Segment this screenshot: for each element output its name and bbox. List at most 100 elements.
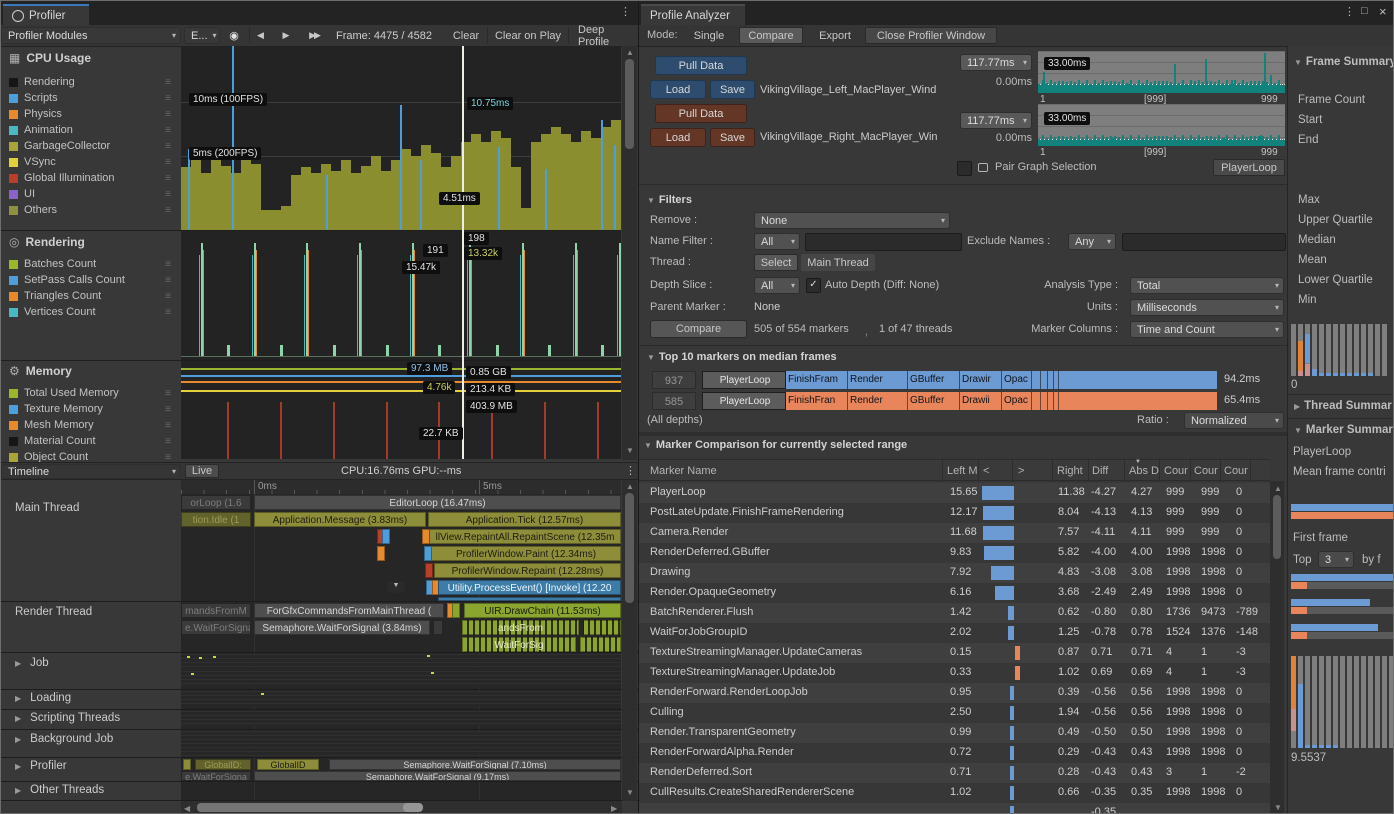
timeline-bar[interactable]: UIR.DrawChain (11.53ms) xyxy=(464,603,621,618)
timeline-bar[interactable]: Utility.ProcessEvent() [Invoke] (12.20 xyxy=(438,580,621,595)
marker-summary-histogram[interactable] xyxy=(1291,656,1394,748)
top10-marker-segment[interactable]: Opac xyxy=(1002,371,1032,389)
drag-handle-icon[interactable]: ≡ xyxy=(155,157,179,168)
scrollbar-thumb[interactable] xyxy=(625,493,634,603)
legend-item[interactable]: UI≡ xyxy=(5,186,179,202)
column-header[interactable]: Abs D xyxy=(1129,465,1159,477)
table-row[interactable]: -0.35 xyxy=(639,803,1270,814)
top10-marker-segment[interactable]: FinishFram xyxy=(786,371,848,389)
foldout-closed-icon[interactable]: ▶ xyxy=(15,659,21,668)
column-separator[interactable] xyxy=(1052,460,1053,482)
depth-slice-dropdown[interactable]: All▾ xyxy=(754,277,800,294)
thread-row-label[interactable]: ▶Background Job xyxy=(15,733,113,745)
thread-row-label[interactable]: Render Thread xyxy=(15,606,92,618)
analysis-type-dropdown[interactable]: Total▾ xyxy=(1130,277,1284,294)
thread-row-label[interactable]: Main Thread xyxy=(15,502,79,514)
column-header[interactable]: Right xyxy=(1057,465,1087,477)
column-header[interactable]: Marker Name xyxy=(650,465,930,477)
top10-row[interactable]: 937PlayerLoopFinishFramRenderGBufferDraw… xyxy=(639,371,1287,389)
save-left-button[interactable]: Save xyxy=(710,80,755,99)
scroll-down-icon[interactable]: ▼ xyxy=(626,788,634,797)
timeline-bar[interactable]: GlobalID xyxy=(257,759,319,770)
legend-item[interactable]: Texture Memory≡ xyxy=(5,401,179,417)
column-separator[interactable] xyxy=(1124,460,1125,482)
column-separator[interactable] xyxy=(1088,460,1089,482)
legend-item[interactable]: Physics≡ xyxy=(5,106,179,122)
frame-summary-header[interactable]: ▼Frame Summary xyxy=(1294,56,1394,68)
legend-item[interactable]: Others≡ xyxy=(5,202,179,218)
table-row[interactable]: RenderForwardAlpha.Render0.720.29-0.430.… xyxy=(639,743,1270,763)
column-header[interactable]: Diff xyxy=(1092,465,1122,477)
mode-single-button[interactable]: Single xyxy=(687,27,731,44)
top10-marker-segment[interactable] xyxy=(1032,371,1041,389)
drag-handle-icon[interactable]: ≡ xyxy=(155,436,179,447)
deep-profile-button[interactable]: Deep Profile xyxy=(572,27,638,44)
last-frame-button[interactable]: ▶▶ xyxy=(301,27,327,44)
legend-item[interactable]: Rendering≡ xyxy=(5,74,179,90)
top10-root-marker[interactable]: PlayerLoop xyxy=(702,371,786,389)
pair-graph-selection-checkbox[interactable] xyxy=(957,161,972,176)
timeline-bar[interactable] xyxy=(438,597,621,601)
drag-handle-icon[interactable]: ≡ xyxy=(155,205,179,216)
timeline-bar[interactable]: Semaphore.WaitForSignal (9.17ms) xyxy=(254,771,621,781)
column-separator[interactable] xyxy=(1250,460,1251,482)
timeline-hscrollbar[interactable]: ◀ ▶ xyxy=(181,801,622,814)
column-separator[interactable] xyxy=(1159,460,1160,482)
timeline-view-dropdown[interactable]: Timeline▾ xyxy=(1,464,181,479)
table-row[interactable]: CullResults.CreateSharedRendererScene1.0… xyxy=(639,783,1270,803)
drag-handle-icon[interactable]: ≡ xyxy=(155,109,179,120)
pull-data-right-button[interactable]: Pull Data xyxy=(655,104,747,123)
table-scrollbar[interactable]: ▲ ▼ xyxy=(1270,481,1284,814)
table-row[interactable]: WaitForJobGroupID2.021.25-0.780.78152413… xyxy=(639,623,1270,643)
marker-comparison-header[interactable]: ▼Marker Comparison for currently selecte… xyxy=(644,439,907,451)
timeline-bar[interactable]: WaitForSig xyxy=(462,637,576,652)
close-profiler-window-button[interactable]: Close Profiler Window xyxy=(865,27,997,44)
clear-on-play-button[interactable]: Clear on Play xyxy=(487,27,569,44)
timeline-bar[interactable] xyxy=(433,620,443,635)
scrollbar-thumb-handle[interactable] xyxy=(403,803,423,812)
column-header[interactable]: Left M xyxy=(947,465,977,477)
drag-handle-icon[interactable]: ≡ xyxy=(155,404,179,415)
timeline-bar[interactable] xyxy=(580,637,621,652)
export-button[interactable]: Export xyxy=(811,27,859,44)
auto-depth-checkbox[interactable]: ✓ xyxy=(806,278,821,293)
clear-button[interactable]: Clear xyxy=(448,27,484,44)
top10-marker-bar[interactable]: PlayerLoopFinishFramRenderGBufferDrawirO… xyxy=(702,371,1217,389)
rendering-module-header[interactable]: ◎ Rendering xyxy=(9,235,85,249)
analyzer-menu-kebab-icon[interactable]: ⋮ xyxy=(1344,5,1355,18)
timeline-kebab-icon[interactable]: ⋮ xyxy=(625,464,636,477)
memory-module-header[interactable]: ⚙ Memory xyxy=(9,364,72,378)
units-dropdown[interactable]: Milliseconds▾ xyxy=(1130,299,1284,316)
close-icon[interactable]: × xyxy=(1379,4,1387,19)
ratio-dropdown[interactable]: Normalized▾ xyxy=(1184,412,1284,429)
rendering-chart[interactable]: 19119813.32k15.47k xyxy=(181,231,621,357)
maximize-icon[interactable]: □ xyxy=(1361,5,1368,17)
column-separator[interactable] xyxy=(1012,460,1013,482)
scroll-left-icon[interactable]: ◀ xyxy=(184,804,190,813)
table-row[interactable]: BatchRenderer.Flush1.420.62-0.800.801736… xyxy=(639,603,1270,623)
timeline-bar[interactable]: llView.RepaintAll.RepaintScene (12.35m xyxy=(429,529,621,544)
timeline-vscrollbar[interactable]: ▲ ▼ xyxy=(622,480,637,801)
timeline-flame-area[interactable]: orLoop (1.6EditorLoop (16.47ms)tion.Idle… xyxy=(181,494,621,801)
collapse-chevron[interactable]: ▼ xyxy=(387,582,405,593)
table-row[interactable]: TextureStreamingManager.UpdateCameras0.1… xyxy=(639,643,1270,663)
legend-item[interactable]: VSync≡ xyxy=(5,154,179,170)
timeline-bar[interactable]: Semaphore.WaitForSignal (7.10ms) xyxy=(329,759,621,770)
legend-item[interactable]: Scripts≡ xyxy=(5,90,179,106)
marker-summary-header[interactable]: ▼Marker Summar xyxy=(1294,424,1393,436)
scrollbar-thumb[interactable] xyxy=(625,59,634,149)
memory-chart[interactable]: 97.3 MB0.85 GB4.76k213.4 KB403.9 MB22.7 … xyxy=(181,361,621,459)
legend-item[interactable]: Animation≡ xyxy=(5,122,179,138)
column-header[interactable]: < xyxy=(983,465,1013,477)
timeline-bar[interactable]: Semaphore.WaitForSignal (3.84ms) xyxy=(254,620,430,635)
top10-row[interactable]: 585PlayerLoopFinishFranRenderGBufferDraw… xyxy=(639,392,1287,410)
top10-marker-segment[interactable] xyxy=(1032,392,1041,410)
exclude-names-input[interactable] xyxy=(1122,233,1286,251)
table-row[interactable]: RenderDeferred.GBuffer9.835.82-4.004.001… xyxy=(639,543,1270,563)
table-row[interactable]: Camera.Render11.687.57-4.114.119999990 xyxy=(639,523,1270,543)
thread-row-label[interactable]: ▶Profiler xyxy=(15,760,67,772)
timeline-bar[interactable]: ForGfxCommandsFromMainThread ( xyxy=(254,603,444,618)
scroll-down-icon[interactable]: ▼ xyxy=(1274,803,1282,812)
top10-marker-segment[interactable]: Drawii xyxy=(960,392,1002,410)
timeline-bar[interactable]: e.WaitForSigna xyxy=(181,620,251,635)
